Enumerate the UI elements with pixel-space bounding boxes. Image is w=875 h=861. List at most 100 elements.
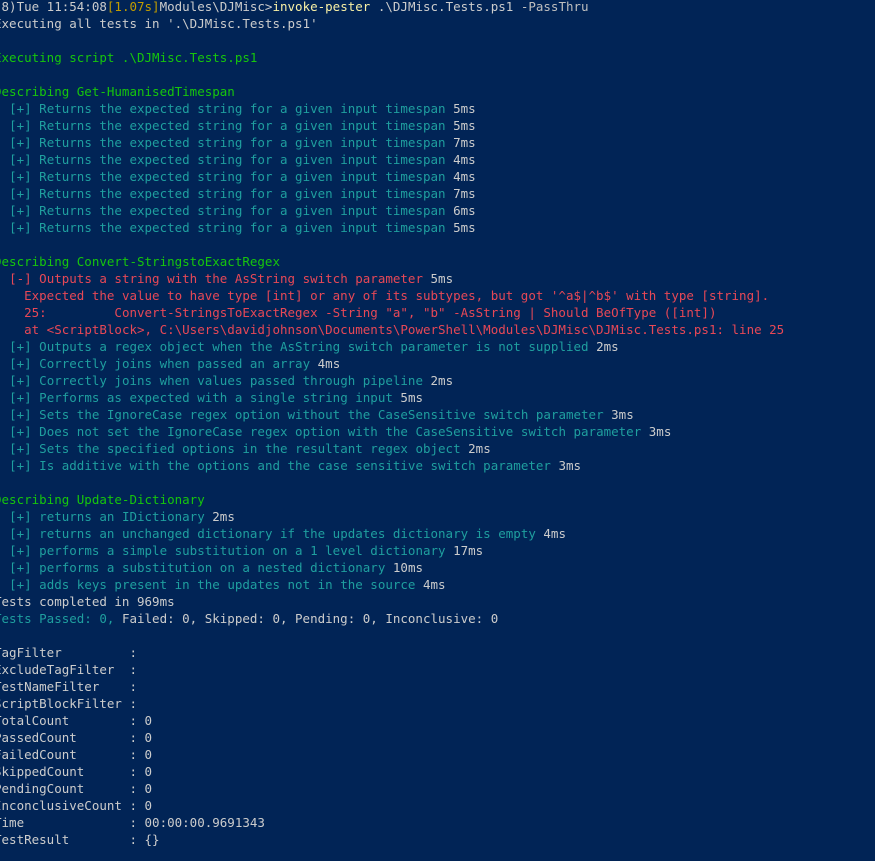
- result-property-key: PendingCount: [0, 781, 122, 796]
- test-status: [+]: [9, 509, 32, 524]
- test-name: adds keys present in the updates not in …: [39, 577, 416, 592]
- result-property-line: TagFilter :: [0, 644, 875, 661]
- executing-all-line: Executing all tests in '.\DJMisc.Tests.p…: [0, 16, 318, 31]
- test-time: 4ms: [453, 169, 476, 184]
- test-list: [+] returns an IDictionary 2ms [+] retur…: [0, 508, 875, 593]
- result-property-key: FailedCount: [0, 747, 122, 762]
- test-name: returns an unchanged dictionary if the u…: [39, 526, 536, 541]
- test-result-line: [+] Correctly joins when values passed t…: [0, 372, 875, 389]
- result-property-key: PassedCount: [0, 730, 122, 745]
- test-name: Correctly joins when values passed throu…: [39, 373, 423, 388]
- test-result-line: [+] Sets the IgnoreCase regex option wit…: [0, 406, 875, 423]
- test-time: 4ms: [543, 526, 566, 541]
- prompt-switch: -PassThru: [520, 0, 589, 14]
- result-property-line: TestResult : {}: [0, 831, 875, 848]
- test-result-line: [+] Returns the expected string for a gi…: [0, 151, 875, 168]
- result-property-key: Time: [0, 815, 122, 830]
- result-property-line: ScriptBlockFilter :: [0, 695, 875, 712]
- tests-summary-line: Tests Passed: 0, Failed: 0, Skipped: 0, …: [0, 610, 875, 627]
- test-status: [+]: [9, 577, 32, 592]
- result-property-line: Time : 00:00:00.9691343: [0, 814, 875, 831]
- test-result-line: [+] Correctly joins when passed an array…: [0, 355, 875, 372]
- test-time: 2ms: [212, 509, 235, 524]
- test-status: [+]: [9, 526, 32, 541]
- result-property-value: 0: [144, 747, 153, 762]
- executing-script-line: Executing script .\DJMisc.Tests.ps1: [0, 50, 258, 65]
- error-message: Expected the value to have type [int] or…: [0, 287, 875, 304]
- test-name: Correctly joins when passed an array: [39, 356, 311, 371]
- test-name: Performs as expected with a single strin…: [39, 390, 393, 405]
- test-time: 7ms: [453, 186, 476, 201]
- test-name: Returns the expected string for a given …: [39, 203, 446, 218]
- test-result-line: [+] Sets the specified options in the re…: [0, 440, 875, 457]
- fail-status: [-]: [9, 271, 32, 286]
- test-list: [+] Outputs a regex object when the AsSt…: [0, 338, 875, 474]
- result-property-line: TotalCount : 0: [0, 712, 875, 729]
- test-result-line: [+] Returns the expected string for a gi…: [0, 100, 875, 117]
- result-property-value: 0: [144, 798, 153, 813]
- terminal-output[interactable]: (8)Tue 11:54:08[1.07s]Modules\DJMisc>inv…: [0, 0, 875, 848]
- result-property-line: ExcludeTagFilter :: [0, 661, 875, 678]
- test-time: 2ms: [468, 441, 491, 456]
- test-time: 4ms: [453, 152, 476, 167]
- result-property-key: TotalCount: [0, 713, 122, 728]
- tests-completed-line: Tests completed in 969ms: [0, 594, 175, 609]
- result-property-value: 0: [144, 713, 153, 728]
- fail-test-name: Outputs a string with the AsString switc…: [39, 271, 423, 286]
- test-result-line: [+] returns an unchanged dictionary if t…: [0, 525, 875, 542]
- describe-title: Describing Convert-StringstoExactRegex: [0, 254, 280, 269]
- test-time: 3ms: [648, 424, 672, 439]
- result-property-value: 0: [144, 730, 153, 745]
- test-result-line: [+] Is additive with the options and the…: [0, 457, 875, 474]
- result-property-key: ScriptBlockFilter: [0, 696, 122, 711]
- test-time: 10ms: [392, 560, 423, 575]
- test-status: [+]: [9, 135, 32, 150]
- failed-test-line: [-] Outputs a string with the AsString s…: [0, 270, 875, 287]
- tests-passed: Tests Passed: 0,: [0, 611, 122, 626]
- test-name: Does not set the IgnoreCase regex option…: [39, 424, 642, 439]
- test-name: Returns the expected string for a given …: [39, 169, 446, 184]
- test-name: Is additive with the options and the cas…: [39, 458, 551, 473]
- test-result-line: [+] returns an IDictionary 2ms: [0, 508, 875, 525]
- test-time: 2ms: [596, 339, 619, 354]
- result-property-line: SkippedCount : 0: [0, 763, 875, 780]
- test-name: Returns the expected string for a given …: [39, 220, 446, 235]
- result-object-list: TagFilter : ExcludeTagFilter : TestNameF…: [0, 644, 875, 848]
- result-property-key: TagFilter: [0, 645, 122, 660]
- test-status: [+]: [9, 560, 32, 575]
- test-result-line: [+] Does not set the IgnoreCase regex op…: [0, 423, 875, 440]
- test-time: 6ms: [453, 203, 476, 218]
- test-time: 5ms: [453, 118, 476, 133]
- prompt-datetime: Tue 11:54:08: [16, 0, 107, 14]
- describe-title: Describing Update-Dictionary: [0, 492, 205, 507]
- test-name: Returns the expected string for a given …: [39, 101, 446, 116]
- test-name: performs a substitution on a nested dict…: [39, 560, 386, 575]
- error-location: at <ScriptBlock>, C:\Users\davidjohnson\…: [0, 321, 875, 338]
- result-property-line: FailedCount : 0: [0, 746, 875, 763]
- result-property-key: TestNameFilter: [0, 679, 122, 694]
- test-name: Returns the expected string for a given …: [39, 152, 446, 167]
- test-status: [+]: [9, 339, 32, 354]
- test-status: [+]: [9, 169, 32, 184]
- test-result-line: [+] Returns the expected string for a gi…: [0, 202, 875, 219]
- tests-other-counts: Failed: 0, Skipped: 0, Pending: 0, Incon…: [121, 611, 499, 626]
- test-result-line: [+] Returns the expected string for a gi…: [0, 185, 875, 202]
- test-status: [+]: [9, 220, 32, 235]
- test-time: 4ms: [423, 577, 446, 592]
- test-status: [+]: [9, 458, 32, 473]
- test-status: [+]: [9, 407, 32, 422]
- test-time: 4ms: [317, 356, 341, 371]
- prompt-arguments: .\DJMisc.Tests.ps1: [370, 0, 521, 14]
- test-name: Returns the expected string for a given …: [39, 186, 446, 201]
- test-status: [+]: [9, 543, 32, 558]
- test-time: 2ms: [430, 373, 454, 388]
- result-property-key: SkippedCount: [0, 764, 122, 779]
- test-status: [+]: [9, 390, 32, 405]
- result-property-value: {}: [144, 832, 160, 847]
- test-time: 5ms: [453, 220, 476, 235]
- fail-test-time: 5ms: [430, 271, 454, 286]
